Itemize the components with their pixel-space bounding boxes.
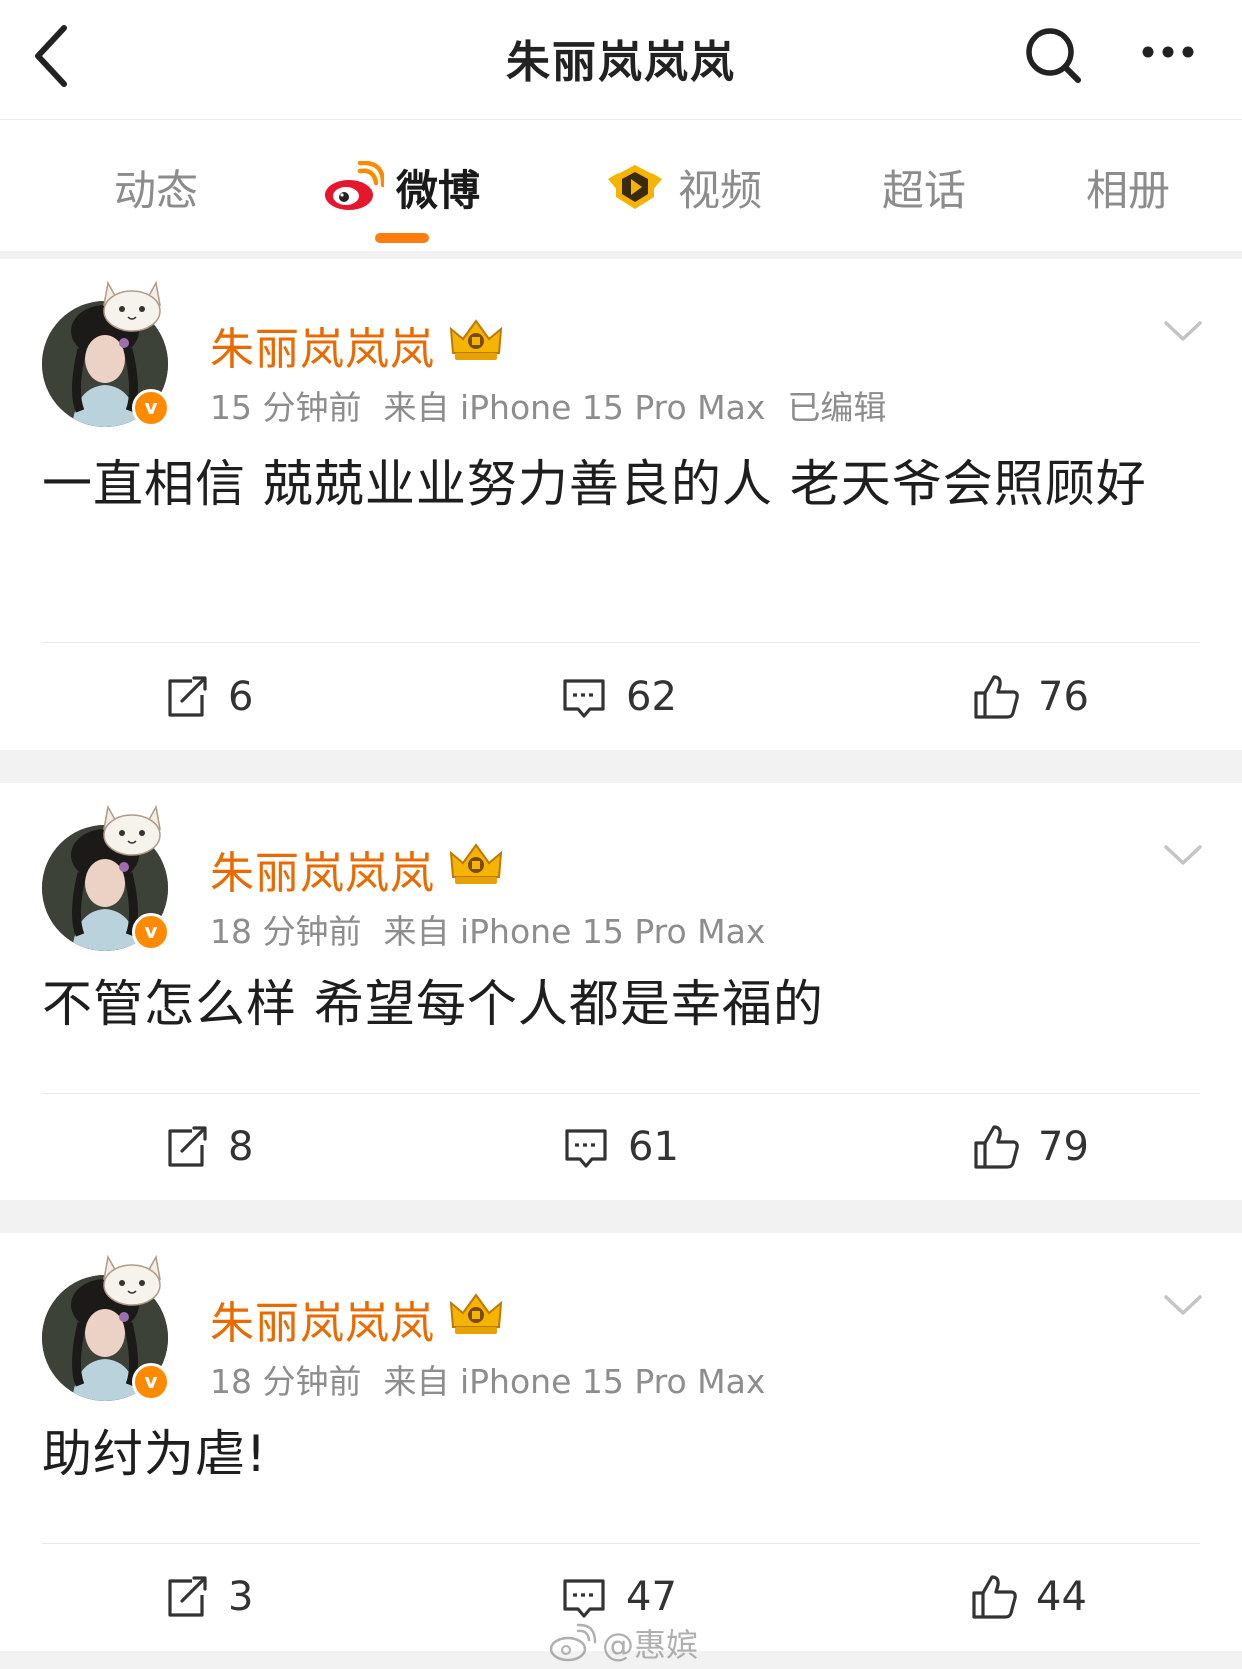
post-source: 来自 iPhone 15 Pro Max: [383, 912, 766, 951]
like-count: 44: [1036, 1574, 1087, 1620]
chevron-down-icon[interactable]: [1160, 315, 1206, 345]
post-source: 来自 iPhone 15 Pro Max: [383, 1362, 766, 1401]
tab-album[interactable]: 相册: [1086, 157, 1170, 217]
comment-icon: [563, 1579, 605, 1618]
repost-button[interactable]: 3: [162, 1573, 253, 1621]
repost-count: 3: [228, 1574, 254, 1620]
avatar[interactable]: v: [42, 280, 170, 429]
section-separator: [0, 750, 1242, 783]
post-meta: 15 分钟前 来自 iPhone 15 Pro Max 已编辑: [210, 381, 908, 429]
section-separator: [0, 251, 1242, 259]
post-username[interactable]: 朱丽岚岚岚: [210, 313, 435, 377]
comment-count: 47: [626, 1574, 677, 1620]
like-button[interactable]: 76: [972, 673, 1089, 721]
cat-ears-decoration-icon: [103, 1254, 161, 1306]
avatar[interactable]: v: [42, 804, 170, 953]
thumbs-up-icon: [974, 675, 1019, 719]
post-text: 助纣为虐!: [42, 1425, 268, 1483]
profile-tabs: 动态 微博 视频 超话 相册: [0, 121, 1242, 251]
post-card[interactable]: v 朱丽岚岚岚 18 分钟前 来自 iPhone 15 Pro Max 不管怎么样…: [0, 783, 1242, 1200]
post-card[interactable]: v 朱丽岚岚岚 18 分钟前 来自 iPhone 15 Pro Max 助纣为虐!…: [0, 1233, 1242, 1651]
comment-icon: [565, 1129, 607, 1168]
repost-icon: [168, 676, 207, 717]
crown-badge-icon: [449, 319, 503, 360]
comment-count: 61: [628, 1124, 679, 1170]
chevron-down-icon[interactable]: [1160, 1289, 1206, 1319]
comment-count: 62: [626, 674, 677, 720]
section-separator: [0, 1200, 1242, 1233]
post-text: 一直相信 兢兢业业努力善良的人 老天爷会照顾好: [42, 455, 1147, 513]
post-username[interactable]: 朱丽岚岚岚: [210, 837, 435, 901]
cat-ears-decoration-icon: [103, 280, 161, 332]
tab-dongtai[interactable]: 动态: [114, 157, 198, 217]
watermark: @惠嫔: [548, 1620, 698, 1666]
comment-icon: [563, 679, 605, 718]
tab-chaohua[interactable]: 超话: [882, 157, 966, 217]
video-play-icon: [608, 165, 662, 209]
repost-button[interactable]: 6: [162, 673, 253, 721]
post-meta: 18 分钟前 来自 iPhone 15 Pro Max: [210, 1355, 787, 1403]
like-button[interactable]: 44: [970, 1573, 1087, 1621]
post-username[interactable]: 朱丽岚岚岚: [210, 1287, 435, 1351]
repost-count: 6: [228, 674, 254, 720]
comment-button[interactable]: 61: [562, 1123, 679, 1171]
active-tab-indicator: [375, 233, 429, 243]
post-edited: 已编辑: [787, 388, 887, 427]
thumbs-up-icon: [974, 1125, 1019, 1169]
post-meta: 18 分钟前 来自 iPhone 15 Pro Max: [210, 905, 787, 953]
repost-button[interactable]: 8: [162, 1123, 253, 1171]
divider: [42, 1093, 1200, 1094]
top-bar: 朱丽岚岚岚: [0, 0, 1242, 120]
post-text: 不管怎么样 希望每个人都是幸福的: [42, 975, 824, 1033]
divider: [42, 1543, 1200, 1544]
thumbs-up-icon: [972, 1575, 1017, 1619]
cat-ears-decoration-icon: [103, 804, 161, 856]
weibo-logo-icon: [325, 161, 384, 210]
comment-button[interactable]: 47: [560, 1573, 677, 1621]
repost-count: 8: [228, 1124, 254, 1170]
post-time: 15 分钟前: [210, 388, 362, 427]
crown-badge-icon: [449, 1293, 503, 1334]
repost-icon: [168, 1126, 207, 1167]
watermark-text: @惠嫔: [602, 1626, 699, 1664]
tab-weibo[interactable]: 微博: [322, 157, 480, 217]
avatar[interactable]: v: [42, 1254, 170, 1403]
repost-icon: [168, 1576, 207, 1617]
chevron-down-icon[interactable]: [1160, 839, 1206, 869]
post-time: 18 分钟前: [210, 912, 362, 951]
divider: [42, 642, 1200, 643]
like-count: 79: [1038, 1124, 1089, 1170]
post-source: 来自 iPhone 15 Pro Max: [383, 388, 766, 427]
post-card[interactable]: v 朱丽岚岚岚 15 分钟前 来自 iPhone 15 Pro Max 已编辑 一直…: [0, 259, 1242, 750]
more-options-icon[interactable]: [1132, 22, 1212, 92]
like-count: 76: [1038, 674, 1089, 720]
verified-badge-icon: v: [132, 913, 170, 951]
post-time: 18 分钟前: [210, 1362, 362, 1401]
weibo-watermark-icon: [549, 1623, 597, 1662]
like-button[interactable]: 79: [972, 1123, 1089, 1171]
comment-button[interactable]: 62: [560, 673, 677, 721]
verified-badge-icon: v: [132, 389, 170, 427]
tab-video[interactable]: 视频: [604, 157, 762, 217]
verified-badge-icon: v: [132, 1363, 170, 1401]
search-icon[interactable]: [1020, 22, 1090, 92]
crown-badge-icon: [449, 843, 503, 884]
